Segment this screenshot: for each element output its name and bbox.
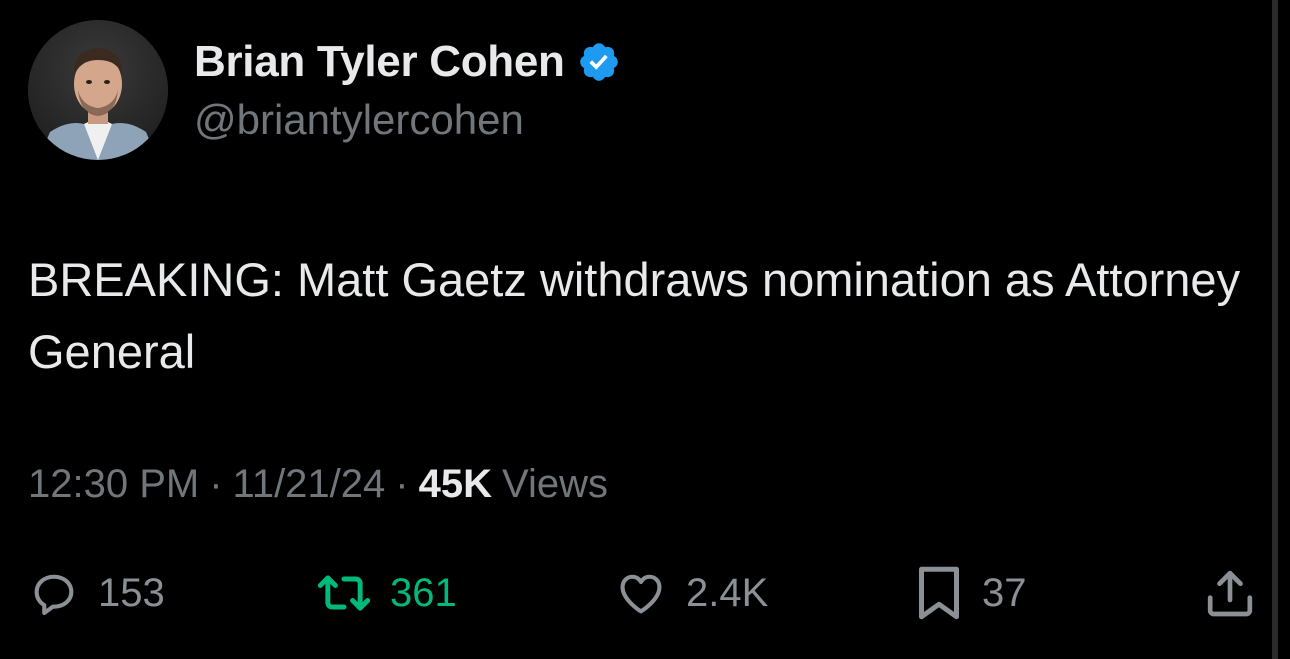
tweet-time[interactable]: 12:30 PM (28, 462, 199, 507)
action-bar: 153 361 2.4K 37 (0, 556, 1270, 630)
author-name-row: Brian Tyler Cohen (194, 34, 621, 90)
avatar-photo (28, 20, 168, 160)
reply-icon (34, 574, 74, 615)
share-button[interactable] (1202, 556, 1258, 630)
meta-separator: · (395, 462, 409, 506)
verified-badge-icon (579, 43, 618, 81)
avatar[interactable] (28, 20, 168, 160)
heart-icon (620, 574, 662, 614)
like-count: 2.4K (686, 570, 769, 615)
tweet-card: Brian Tyler Cohen @briantylercohen BREAK… (0, 0, 1270, 659)
reply-button[interactable]: 153 (28, 556, 165, 630)
reply-count: 153 (98, 570, 165, 615)
views-label[interactable]: Views (502, 462, 608, 507)
author-display-name[interactable]: Brian Tyler Cohen (194, 37, 565, 87)
bookmark-icon (919, 566, 959, 620)
tweet-meta: 12:30 PM · 11/21/24 · 45K Views (28, 462, 608, 507)
bookmark-button[interactable]: 37 (914, 556, 1027, 630)
like-button[interactable]: 2.4K (614, 556, 768, 630)
author-handle[interactable]: @briantylercohen (194, 96, 524, 144)
retweet-icon (317, 575, 371, 611)
scrollbar[interactable] (1272, 0, 1278, 659)
tweet-date[interactable]: 11/21/24 (233, 462, 386, 507)
retweet-count: 361 (390, 570, 457, 615)
bookmark-count: 37 (982, 570, 1027, 615)
retweet-button[interactable]: 361 (316, 556, 457, 630)
share-icon (1207, 570, 1253, 617)
meta-separator: · (209, 462, 223, 506)
tweet-text: BREAKING: Matt Gaetz withdraws nominatio… (28, 253, 1241, 378)
views-count[interactable]: 45K (419, 462, 492, 507)
